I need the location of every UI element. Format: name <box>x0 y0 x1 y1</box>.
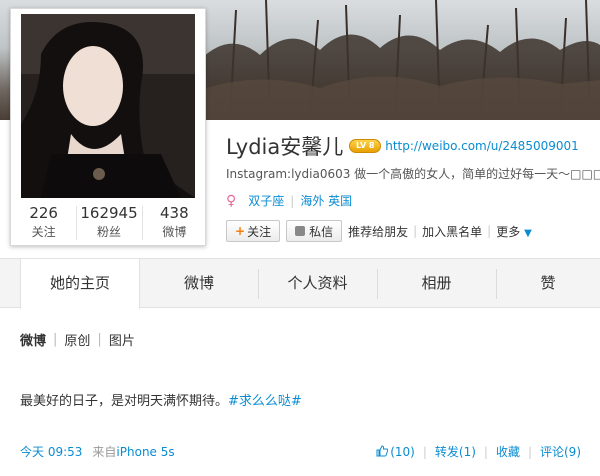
action-separator: | <box>413 224 418 238</box>
op-separator: | <box>422 444 427 459</box>
more-label: 更多 <box>496 224 521 239</box>
follow-button-label: 关注 <box>247 224 272 239</box>
filter-original[interactable]: 原创 <box>64 330 90 349</box>
comment-button[interactable]: 评论(9) <box>540 443 581 460</box>
post-topic-link[interactable]: #求么么哒# <box>228 394 302 409</box>
tag-separator: | <box>290 193 295 208</box>
feed-filters: 微博 | 原创 | 图片 <box>20 330 135 349</box>
level-badge-icon[interactable]: LV 8 <box>349 139 382 153</box>
tag-location-link[interactable]: 海外 英国 <box>300 192 352 209</box>
tab-weibo[interactable]: 微博 <box>140 259 258 308</box>
stat-value: 162945 <box>80 204 138 222</box>
profile-name: Lydia安馨儿 <box>226 135 344 159</box>
blacklist-link[interactable]: 加入黑名单 <box>422 223 482 240</box>
repost-button[interactable]: 转发(1) <box>435 443 476 460</box>
follow-button[interactable]: + 关注 <box>226 220 281 242</box>
more-dropdown[interactable]: 更多 ▼ <box>496 223 532 240</box>
post-operations: (10) | 转发(1) | 收藏 | 评论(9) <box>376 443 581 460</box>
stat-label: 微博 <box>162 225 187 239</box>
profile-tags: ♀ 双子座 | 海外 英国 <box>226 192 352 209</box>
favorite-button[interactable]: 收藏 <box>496 443 520 460</box>
op-separator: | <box>527 444 532 459</box>
stat-label: 粉丝 <box>96 225 121 239</box>
like-button[interactable]: (10) <box>376 445 415 459</box>
profile-tabs: 她的主页 微博 个人资料 相册 赞 <box>0 258 600 309</box>
filter-separator: | <box>53 332 58 347</box>
stat-posts[interactable]: 438 微博 <box>141 200 207 246</box>
profile-card: 226 关注 162945 粉丝 438 微博 <box>10 8 206 246</box>
post-meta: 今天 09:53 来自 iPhone 5s <box>20 443 175 460</box>
chevron-down-icon: ▼ <box>524 227 532 239</box>
stat-value: 226 <box>29 204 58 222</box>
message-icon <box>295 226 306 236</box>
stat-value: 438 <box>160 204 189 222</box>
tab-album[interactable]: 相册 <box>377 259 496 308</box>
thumbs-up-icon <box>376 444 389 456</box>
message-button[interactable]: 私信 <box>286 220 343 242</box>
profile-url-link[interactable]: http://weibo.com/u/2485009001 <box>385 139 579 153</box>
profile-stats: 226 关注 162945 粉丝 438 微博 <box>11 200 207 246</box>
stat-followers[interactable]: 162945 粉丝 <box>76 200 141 246</box>
filter-images[interactable]: 图片 <box>109 330 135 349</box>
stat-following[interactable]: 226 关注 <box>11 200 76 246</box>
tab-profile-info[interactable]: 个人资料 <box>258 259 377 308</box>
profile-bio: Instagram:lydia0603 做一个高傲的女人，简单的过好每一天～□□… <box>226 167 600 181</box>
message-button-label: 私信 <box>309 224 334 239</box>
post-time-link[interactable]: 今天 09:53 <box>20 443 82 460</box>
post-body: 最美好的日子，是对明天满怀期待。 <box>20 394 229 409</box>
op-separator: | <box>483 444 488 459</box>
post-source-link[interactable]: iPhone 5s <box>116 445 174 459</box>
tag-zodiac-link[interactable]: 双子座 <box>248 192 284 209</box>
female-icon: ♀ <box>226 192 237 209</box>
filter-separator: | <box>97 332 102 347</box>
like-count: (10) <box>390 444 415 459</box>
recommend-link[interactable]: 推荐给朋友 <box>348 223 408 240</box>
profile-header: Lydia安馨儿 LV 8 http://weibo.com/u/2485009… <box>226 130 579 162</box>
profile-actions: + 关注 私信 推荐给朋友 | 加入黑名单 | 更多 ▼ <box>226 220 532 242</box>
tab-home[interactable]: 她的主页 <box>20 259 140 309</box>
plus-icon: + <box>235 224 246 238</box>
tab-likes[interactable]: 赞 <box>496 259 600 308</box>
filter-all[interactable]: 微博 <box>20 330 46 349</box>
stat-label: 关注 <box>31 225 56 239</box>
action-separator: | <box>487 224 492 238</box>
post-source-prefix: 来自 <box>92 445 117 459</box>
avatar[interactable] <box>21 14 195 198</box>
post-text: 最美好的日子，是对明天满怀期待。#求么么哒# <box>20 390 302 409</box>
